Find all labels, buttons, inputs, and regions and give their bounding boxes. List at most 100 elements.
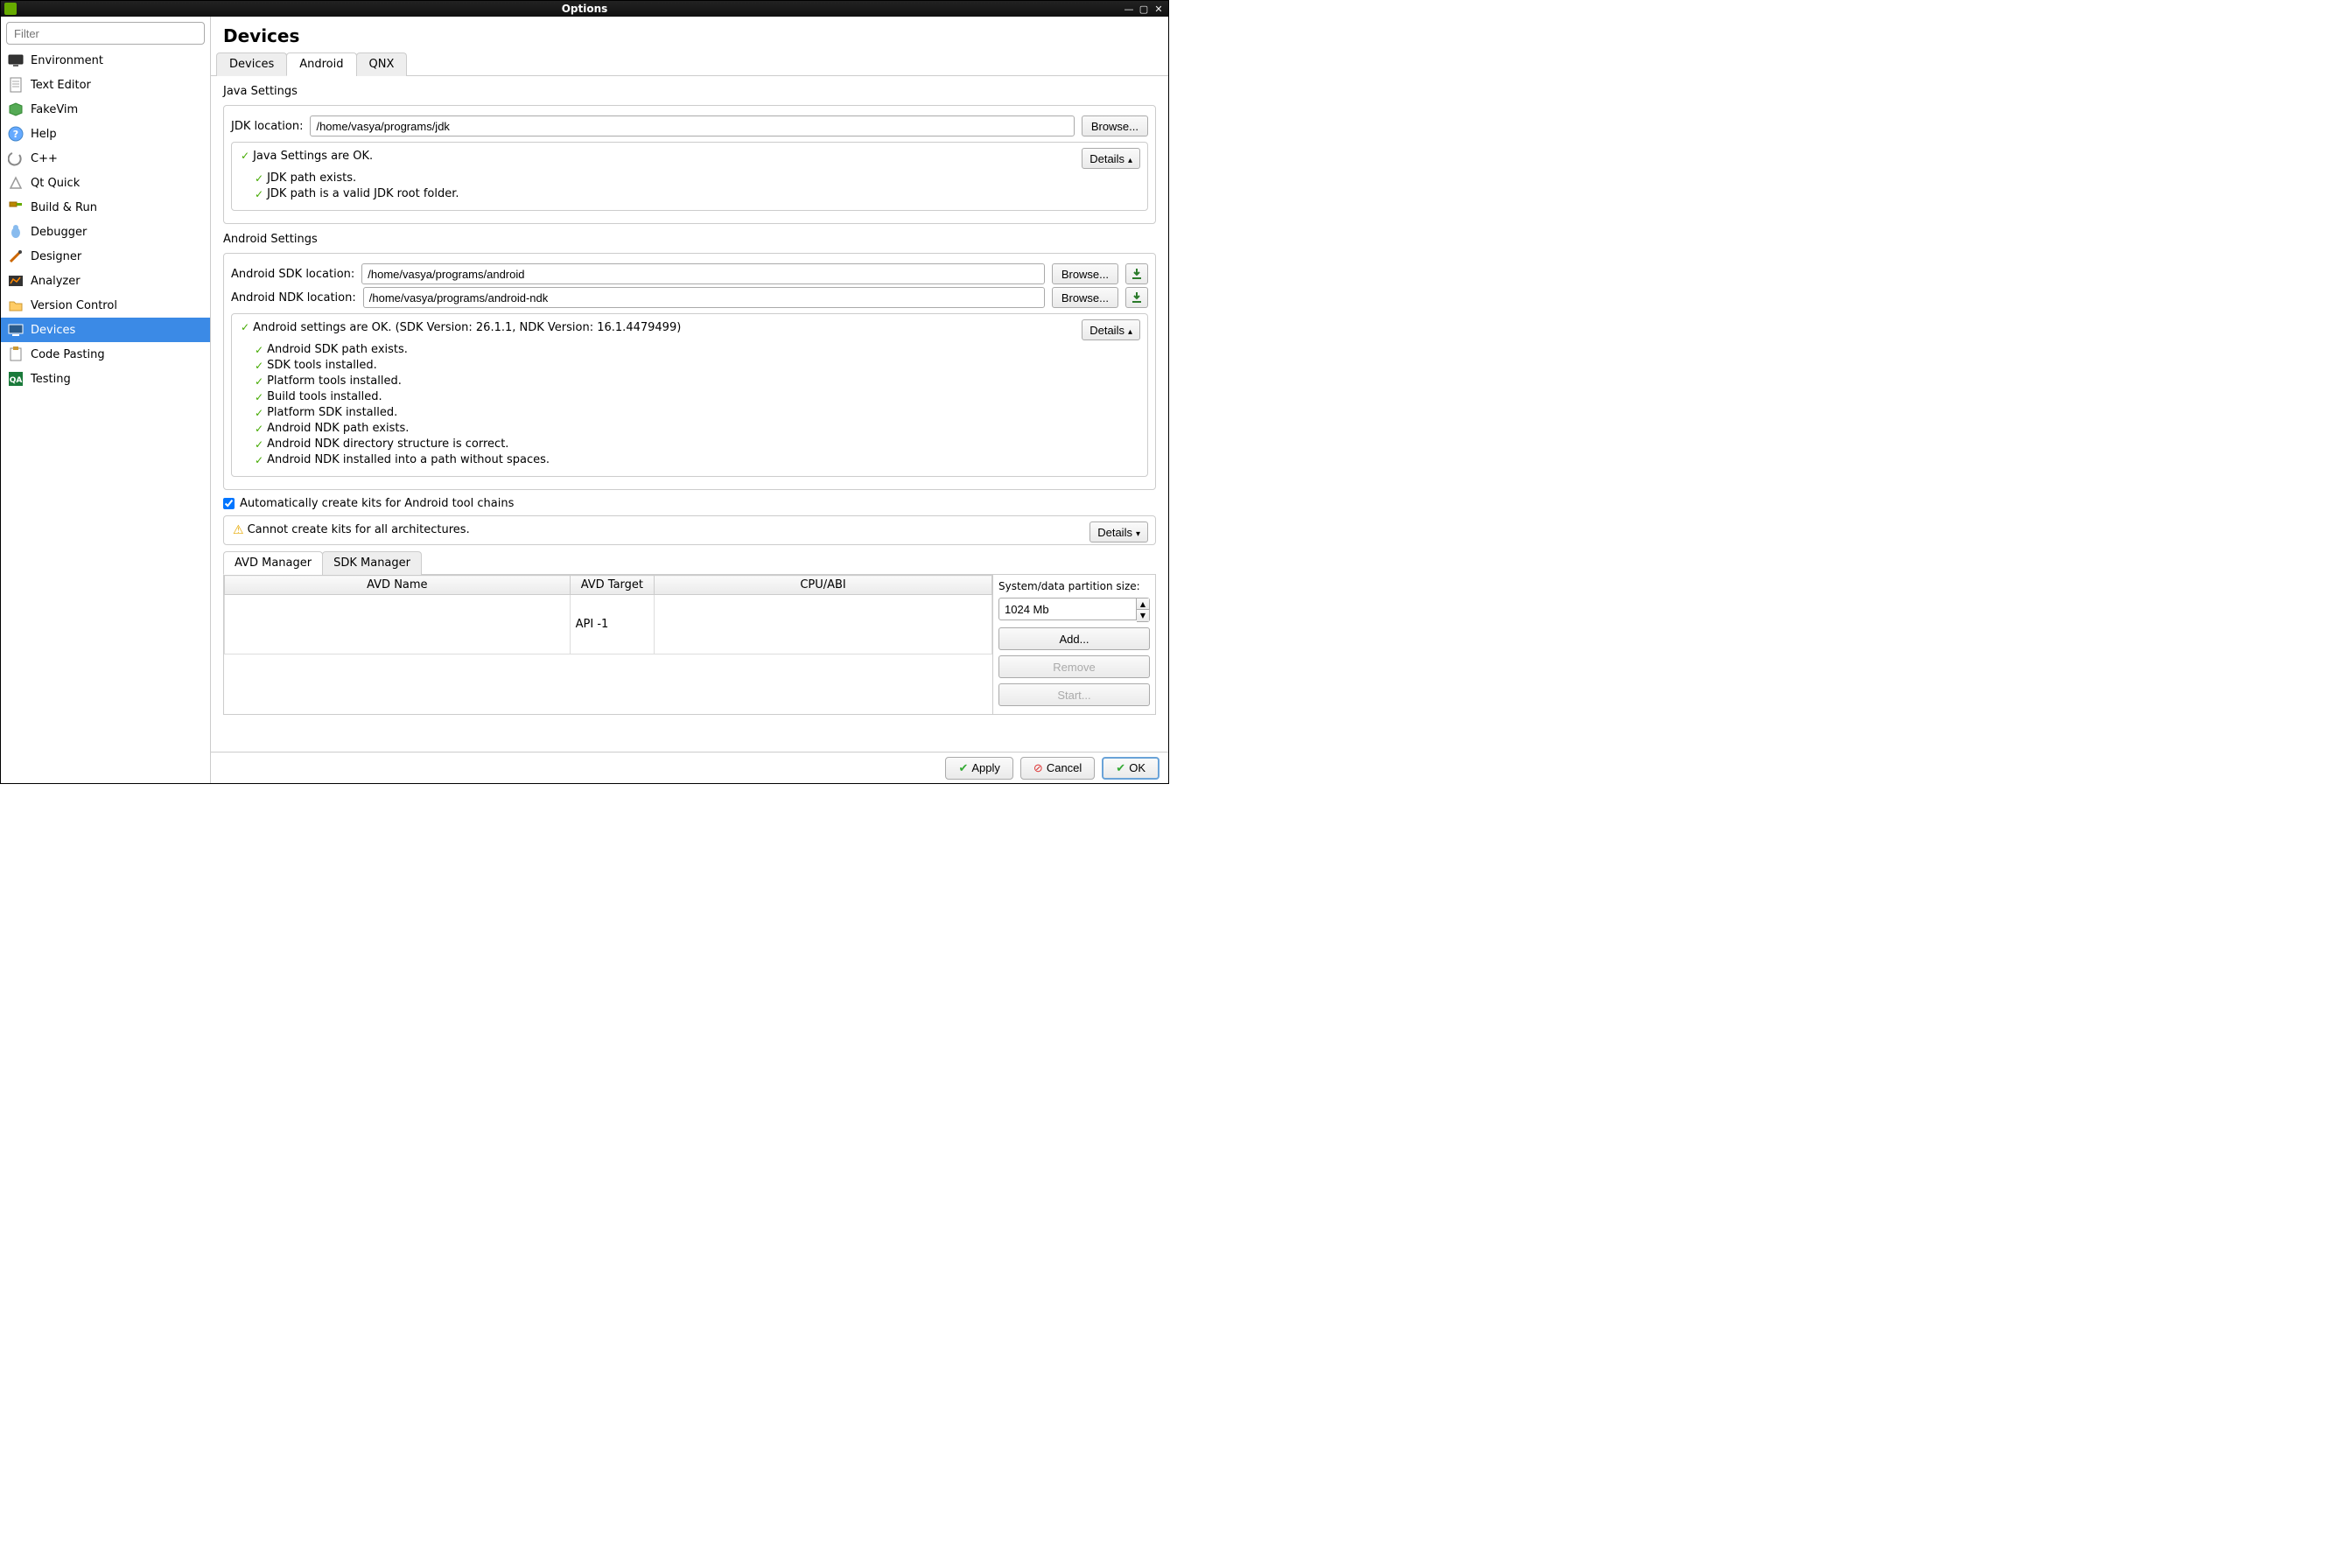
vim-icon: [8, 102, 24, 117]
monitor-icon: [8, 52, 24, 68]
ndk-browse-button[interactable]: Browse...: [1052, 287, 1118, 308]
sidebar-item-qt-quick[interactable]: Qt Quick: [1, 171, 210, 195]
ndk-location-input[interactable]: [363, 287, 1045, 308]
ndk-download-button[interactable]: [1125, 287, 1148, 308]
auto-create-kits-input[interactable]: [223, 498, 235, 509]
table-row[interactable]: API -1: [225, 595, 992, 654]
ok-button[interactable]: ✔OK: [1102, 757, 1159, 780]
kits-warning-text: Cannot create kits for all architectures…: [248, 523, 470, 536]
android-check-item: Android SDK path exists.: [267, 343, 408, 356]
android-details-button[interactable]: Details: [1082, 319, 1140, 340]
hammer-icon: [8, 200, 24, 215]
sdk-download-button[interactable]: [1125, 263, 1148, 284]
sidebar-item-label: Qt Quick: [31, 177, 80, 190]
sidebar-item-devices[interactable]: Devices: [1, 318, 210, 342]
partition-size-label: System/data partition size:: [998, 580, 1150, 592]
avd-col-cpu[interactable]: CPU/ABI: [655, 576, 992, 595]
cancel-button[interactable]: ⊘Cancel: [1020, 757, 1095, 780]
check-icon: ✓: [255, 360, 263, 372]
sidebar-item-label: C++: [31, 152, 58, 165]
tab-sdk-manager[interactable]: SDK Manager: [322, 551, 422, 575]
sidebar-item-analyzer[interactable]: Analyzer: [1, 269, 210, 293]
android-check-item: Android NDK directory structure is corre…: [267, 438, 508, 451]
avd-remove-button[interactable]: Remove: [998, 655, 1150, 678]
spin-down-icon[interactable]: ▼: [1137, 610, 1149, 621]
sidebar-item-label: Devices: [31, 324, 75, 337]
sidebar-item-designer[interactable]: Designer: [1, 244, 210, 269]
sdk-location-input[interactable]: [361, 263, 1045, 284]
sidebar-item-version-control[interactable]: Version Control: [1, 293, 210, 318]
filter-input[interactable]: [6, 22, 205, 45]
page-title: Devices: [211, 17, 1168, 52]
sidebar-item-help[interactable]: ? Help: [1, 122, 210, 146]
check-icon: ✓: [241, 321, 249, 333]
window-title: Options: [1, 3, 1168, 15]
android-status-text: Android settings are OK. (SDK Version: 2…: [253, 321, 681, 334]
sidebar-item-label: Build & Run: [31, 201, 97, 214]
sidebar-item-fakevim[interactable]: FakeVim: [1, 97, 210, 122]
auto-create-kits-checkbox[interactable]: Automatically create kits for Android to…: [223, 497, 1156, 510]
chevron-up-icon: [1128, 324, 1132, 337]
sidebar-item-build-run[interactable]: Build & Run: [1, 195, 210, 220]
bug-icon: [8, 224, 24, 240]
kits-details-button[interactable]: Details: [1089, 522, 1148, 542]
check-icon: ✔: [958, 761, 968, 775]
maximize-button[interactable]: ▢: [1138, 3, 1150, 15]
tab-qnx[interactable]: QNX: [356, 52, 408, 76]
spin-up-icon[interactable]: ▲: [1137, 598, 1149, 610]
android-check-item: Android NDK path exists.: [267, 422, 409, 435]
chevron-up-icon: [1128, 152, 1132, 165]
device-icon: [8, 322, 24, 338]
android-check-item: Platform tools installed.: [267, 374, 402, 388]
java-details-button[interactable]: Details: [1082, 148, 1140, 169]
partition-spin-buttons[interactable]: ▲▼: [1137, 598, 1150, 622]
sidebar-item-text-editor[interactable]: Text Editor: [1, 73, 210, 97]
android-check-item: Build tools installed.: [267, 390, 382, 403]
avd-add-button[interactable]: Add...: [998, 627, 1150, 650]
avd-col-target[interactable]: AVD Target: [570, 576, 654, 595]
cancel-icon: ⊘: [1033, 761, 1043, 775]
sidebar-item-debugger[interactable]: Debugger: [1, 220, 210, 244]
chevron-down-icon: [1136, 526, 1140, 539]
sidebar-item-environment[interactable]: Environment: [1, 48, 210, 73]
tab-avd-manager[interactable]: AVD Manager: [223, 551, 323, 575]
close-button[interactable]: ✕: [1152, 3, 1165, 15]
java-check-item: JDK path is a valid JDK root folder.: [267, 187, 459, 200]
sidebar-item-code-pasting[interactable]: Code Pasting: [1, 342, 210, 367]
help-icon: ?: [8, 126, 24, 142]
android-check-item: Android NDK installed into a path withou…: [267, 453, 550, 466]
android-check-item: Platform SDK installed.: [267, 406, 397, 419]
avd-start-button[interactable]: Start...: [998, 683, 1150, 706]
sdk-browse-button[interactable]: Browse...: [1052, 263, 1118, 284]
partition-size-input[interactable]: [998, 598, 1137, 620]
avd-table: AVD Name AVD Target CPU/ABI API -1: [224, 575, 992, 714]
minimize-button[interactable]: —: [1123, 3, 1135, 15]
jdk-location-input[interactable]: [310, 116, 1074, 136]
sdk-location-label: Android SDK location:: [231, 268, 354, 281]
check-icon: ✓: [255, 344, 263, 356]
check-icon: ✓: [255, 454, 263, 466]
svg-text:QA: QA: [10, 376, 23, 385]
tab-android[interactable]: Android: [286, 52, 356, 76]
avd-col-name[interactable]: AVD Name: [225, 576, 571, 595]
sidebar-item-cpp[interactable]: C++: [1, 146, 210, 171]
sidebar-item-label: Designer: [31, 250, 81, 263]
titlebar: Options — ▢ ✕: [1, 1, 1168, 17]
check-icon: ✓: [255, 391, 263, 403]
sidebar-item-label: Help: [31, 128, 57, 141]
android-settings-group: Android SDK location: Browse... Android …: [223, 253, 1156, 490]
ndk-location-label: Android NDK location:: [231, 291, 356, 304]
tab-devices[interactable]: Devices: [216, 52, 287, 76]
sidebar-item-testing[interactable]: QATesting: [1, 367, 210, 391]
app-icon: [4, 3, 17, 15]
sidebar-item-label: Version Control: [31, 299, 117, 312]
sidebar-item-label: Text Editor: [31, 79, 91, 92]
avd-side-panel: System/data partition size: ▲▼ Add... Re…: [992, 575, 1155, 714]
check-icon: ✓: [255, 438, 263, 451]
jdk-location-label: JDK location:: [231, 120, 303, 133]
ok-icon: ✔: [1116, 761, 1125, 775]
apply-button[interactable]: ✔Apply: [945, 757, 1012, 780]
jdk-browse-button[interactable]: Browse...: [1082, 116, 1148, 136]
check-icon: ✓: [241, 150, 249, 162]
java-settings-group: JDK location: Browse... ✓ Java Settings …: [223, 105, 1156, 224]
